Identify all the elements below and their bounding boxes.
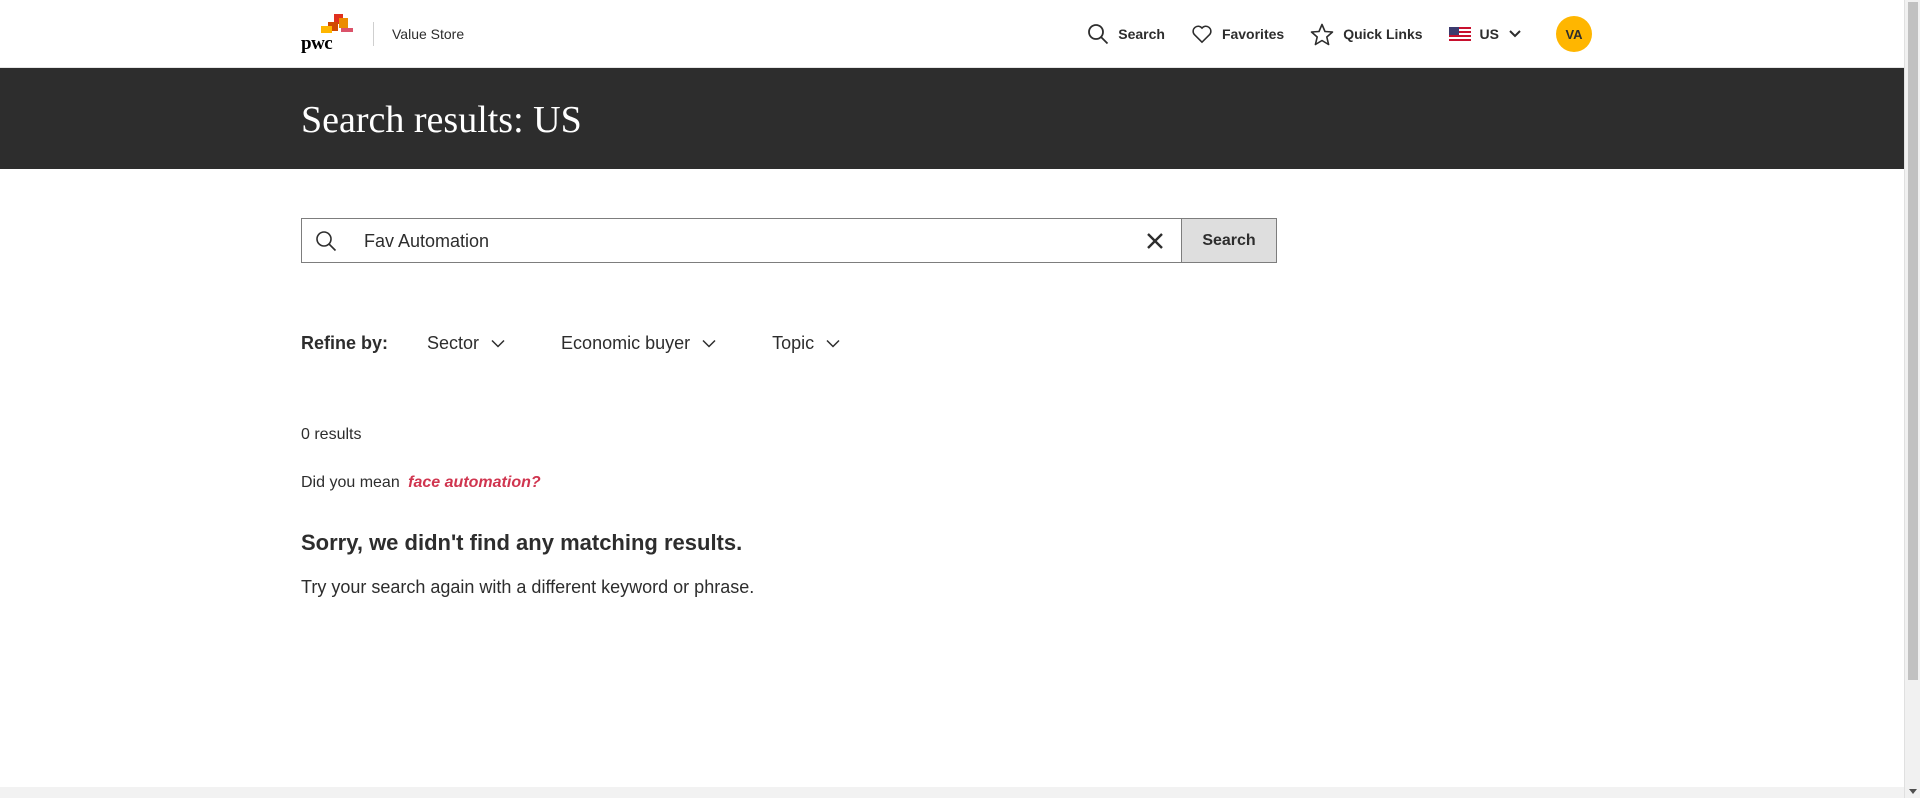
refine-label: Refine by: [301,332,389,353]
filter-topic-dropdown[interactable]: Topic [772,333,840,354]
brand-name[interactable]: Value Store [392,26,464,42]
scroll-down-arrow-icon[interactable] [1909,789,1917,794]
filter-economic-buyer-dropdown[interactable]: Economic buyer [561,333,716,354]
nav-search-button[interactable]: Search [1087,23,1165,45]
search-bar: Search [301,218,1277,263]
search-icon [316,231,337,252]
did-you-mean: Did you mean face automation? [301,474,541,492]
results-hero: Search results: US [0,68,1904,169]
footer-strip [0,787,1904,798]
filter-label: Economic buyer [561,332,691,353]
nav-quicklinks-button[interactable]: Quick Links [1310,23,1423,46]
star-icon [1310,23,1334,45]
nav-favorites-label: Favorites [1221,26,1285,42]
pwc-logo[interactable]: pwc [301,14,353,54]
no-results-heading: Sorry, we didn't find any matching resul… [301,530,743,555]
did-you-mean-prefix: Did you mean [301,474,400,491]
search-submit-button[interactable]: Search [1181,218,1277,263]
nav-search-label: Search [1118,26,1165,42]
suggestion-link[interactable]: face automation? [408,474,540,491]
top-nav-bar: pwc Value Store Search Favorites Quick L… [0,0,1904,68]
logo-wordmark: pwc [301,33,333,54]
nav-quicklinks-label: Quick Links [1343,26,1423,42]
no-results-hint: Try your search again with a different k… [301,577,755,597]
us-flag-icon [1448,27,1471,41]
page-title: Search results: US [301,99,582,141]
refine-filters: Refine by: Sector Economic buyer Topic [301,330,840,356]
scrollbar-thumb[interactable] [1908,2,1918,680]
header-nav: Search Favorites Quick Links US VA [1061,14,1592,54]
results-count: 0 results [301,426,362,443]
user-avatar[interactable]: VA [1556,16,1592,52]
brand: pwc Value Store [301,14,464,54]
brand-divider [373,22,374,46]
region-selector[interactable]: US [1448,26,1522,42]
filter-label: Topic [772,332,815,353]
page-scrollbar[interactable] [1904,0,1920,798]
search-icon [1088,24,1109,45]
chevron-down-icon [702,339,716,348]
chevron-down-icon [491,339,505,348]
heart-icon [1192,25,1212,44]
search-field-container [301,218,1181,263]
filter-sector-dropdown[interactable]: Sector [427,333,505,354]
region-label: US [1479,26,1499,42]
nav-favorites-button[interactable]: Favorites [1191,24,1284,44]
filter-label: Sector [427,332,480,353]
chevron-down-icon [1509,30,1521,38]
clear-search-icon[interactable] [1145,231,1165,251]
search-input[interactable] [364,229,1104,253]
chevron-down-icon [826,339,840,348]
